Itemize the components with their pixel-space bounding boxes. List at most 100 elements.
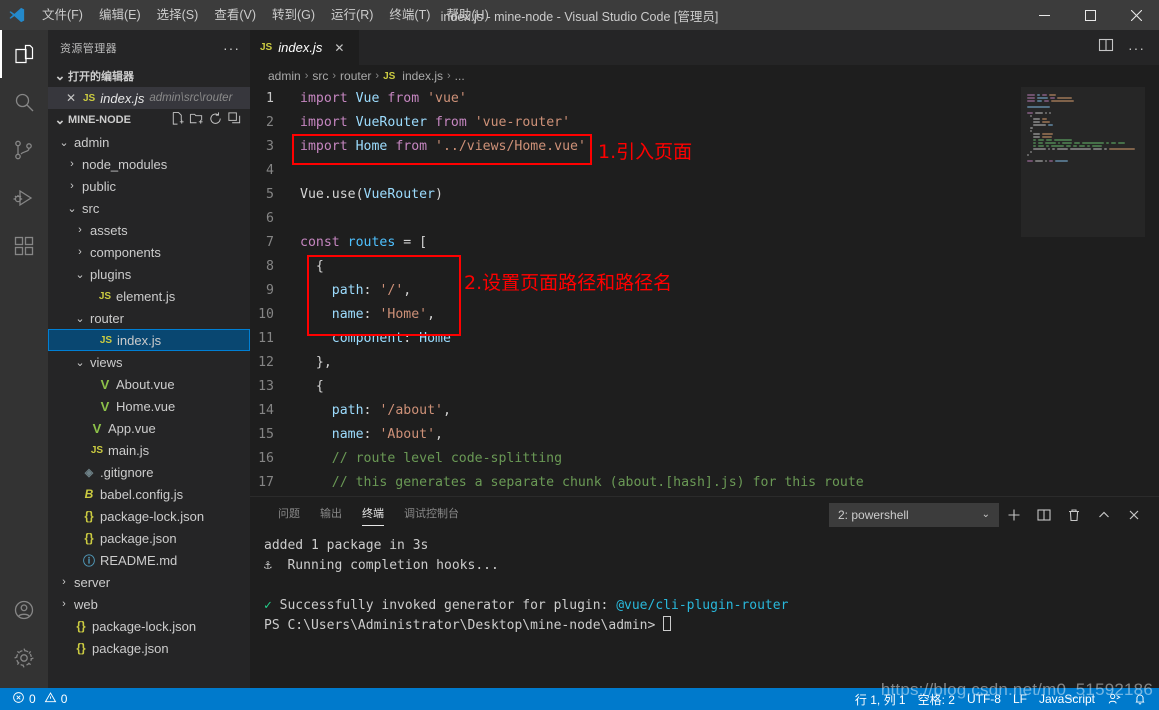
code-viewport[interactable]: 1 import Vue from 'vue' 2 import VueRouter … bbox=[250, 87, 1021, 496]
tree-item[interactable]: ⌄ router bbox=[48, 307, 250, 329]
activity-source-control[interactable] bbox=[0, 126, 48, 174]
tree-item[interactable]: › node_modules bbox=[48, 153, 250, 175]
status-cursor-position[interactable]: 行 1, 列 1 bbox=[849, 688, 912, 710]
tree-item[interactable]: ⌄ src bbox=[48, 197, 250, 219]
tree-item[interactable]: JS element.js bbox=[48, 285, 250, 307]
status-eol[interactable]: LF bbox=[1007, 688, 1033, 710]
menu-item-6[interactable]: 终端(T) bbox=[381, 0, 438, 30]
panel-tab-1[interactable]: 输出 bbox=[310, 497, 352, 532]
breadcrumb-segment[interactable]: index.js bbox=[402, 69, 443, 83]
new-terminal-icon[interactable] bbox=[999, 500, 1029, 530]
minimize-button[interactable] bbox=[1021, 0, 1067, 30]
panel-tab-0[interactable]: 问题 bbox=[268, 497, 310, 532]
new-file-icon[interactable] bbox=[170, 111, 185, 129]
editor-scrollbar[interactable] bbox=[1145, 87, 1159, 496]
collapse-all-icon[interactable] bbox=[227, 111, 242, 129]
tree-item[interactable]: Bbabel.config.js bbox=[48, 483, 250, 505]
menu-item-7[interactable]: 帮助(H) bbox=[438, 0, 496, 30]
refresh-icon[interactable] bbox=[208, 111, 223, 129]
menu-item-5[interactable]: 运行(R) bbox=[323, 0, 381, 30]
breadcrumb-segment[interactable]: admin bbox=[268, 69, 301, 83]
tree-item[interactable]: ⌄ admin bbox=[48, 131, 250, 153]
kill-terminal-icon[interactable] bbox=[1059, 500, 1089, 530]
activity-run-debug[interactable] bbox=[0, 174, 48, 222]
open-editors-header[interactable]: ⌄ 打开的编辑器 bbox=[48, 65, 250, 87]
tree-item[interactable]: {} package.json bbox=[48, 637, 250, 659]
tree-item[interactable]: V App.vue bbox=[48, 417, 250, 439]
maximize-button[interactable] bbox=[1067, 0, 1113, 30]
tree-item[interactable]: › public bbox=[48, 175, 250, 197]
menu-item-2[interactable]: 选择(S) bbox=[149, 0, 207, 30]
status-encoding[interactable]: UTF-8 bbox=[961, 688, 1007, 710]
code-text: path: '/', bbox=[331, 283, 412, 298]
open-editor-item[interactable]: ✕ JS index.js admin\src\router bbox=[48, 87, 250, 109]
more-actions-icon[interactable]: ··· bbox=[1128, 40, 1145, 56]
activity-settings[interactable] bbox=[0, 634, 48, 682]
close-panel-icon[interactable] bbox=[1119, 500, 1149, 530]
code-line: 3 import Home from '../views/Home.vue' bbox=[250, 135, 1021, 159]
editor-tabs: JS index.js ✕ ··· bbox=[250, 30, 1159, 65]
menu-item-3[interactable]: 查看(V) bbox=[206, 0, 264, 30]
workbench: 资源管理器 ··· ⌄ 打开的编辑器 ✕ JS index.js admin\s… bbox=[0, 30, 1159, 688]
chevron-right-icon: › bbox=[62, 598, 66, 610]
close-icon[interactable]: ✕ bbox=[334, 41, 344, 55]
tree-item[interactable]: › server bbox=[48, 571, 250, 593]
code-line: 16 // route level code-splitting bbox=[250, 447, 1021, 471]
menu-item-1[interactable]: 编辑(E) bbox=[91, 0, 149, 30]
panel-tab-3[interactable]: 调试控制台 bbox=[394, 497, 469, 532]
maximize-panel-icon[interactable] bbox=[1089, 500, 1119, 530]
bell-icon[interactable] bbox=[1127, 688, 1153, 710]
tree-item[interactable]: {} package-lock.json bbox=[48, 615, 250, 637]
chevron-down-icon: ⌄ bbox=[75, 268, 85, 281]
tab-index-js[interactable]: JS index.js ✕ bbox=[250, 30, 360, 65]
tree-item[interactable]: ⓘ README.md bbox=[48, 549, 250, 571]
status-indentation[interactable]: 空格: 2 bbox=[912, 688, 961, 710]
activity-extensions[interactable] bbox=[0, 222, 48, 270]
tree-item-selected[interactable]: JS index.js bbox=[48, 329, 250, 351]
close-icon[interactable]: ✕ bbox=[64, 91, 78, 105]
status-problems[interactable]: 0 0 bbox=[6, 688, 73, 710]
tree-item[interactable]: {} package.json bbox=[48, 527, 250, 549]
menu-item-0[interactable]: 文件(F) bbox=[34, 0, 91, 30]
menu-item-4[interactable]: 转到(G) bbox=[264, 0, 323, 30]
new-folder-icon[interactable] bbox=[189, 111, 204, 129]
terminal-output[interactable]: added 1 package in 3s ⚓ Running completio… bbox=[250, 532, 1159, 688]
tree-item[interactable]: › assets bbox=[48, 219, 250, 241]
code-line: 8 { bbox=[250, 255, 1021, 279]
activity-explorer[interactable] bbox=[0, 30, 48, 78]
breadcrumb-segment[interactable]: ... bbox=[455, 69, 465, 83]
tree-item-label: .gitignore bbox=[100, 464, 154, 480]
tree-item[interactable]: ⌄ plugins bbox=[48, 263, 250, 285]
tree-item[interactable]: V About.vue bbox=[48, 373, 250, 395]
tree-item[interactable]: JS main.js bbox=[48, 439, 250, 461]
sidebar-more-icon[interactable]: ··· bbox=[223, 40, 244, 56]
feedback-icon[interactable] bbox=[1101, 688, 1127, 710]
tree-item[interactable]: › web bbox=[48, 593, 250, 615]
code-text: import Home from '../views/Home.vue' bbox=[300, 139, 586, 154]
activity-account[interactable] bbox=[0, 586, 48, 634]
tree-item[interactable]: › components bbox=[48, 241, 250, 263]
panel-tab-2[interactable]: 终端 bbox=[352, 497, 394, 532]
split-editor-icon[interactable] bbox=[1098, 37, 1114, 58]
project-header[interactable]: ⌄ MINE-NODE bbox=[48, 109, 250, 131]
terminal-selector[interactable]: 2: powershell ⌄ bbox=[829, 502, 999, 527]
tree-item[interactable]: V Home.vue bbox=[48, 395, 250, 417]
tree-item[interactable]: ⌄ views bbox=[48, 351, 250, 373]
tree-item[interactable]: ◈ .gitignore bbox=[48, 461, 250, 483]
minimap[interactable] bbox=[1021, 87, 1145, 496]
minimap-slider[interactable] bbox=[1021, 87, 1145, 237]
breadcrumb-segment[interactable]: router bbox=[340, 69, 371, 83]
activity-search[interactable] bbox=[0, 78, 48, 126]
code-text: { bbox=[315, 379, 324, 394]
breadcrumb-segment[interactable]: src bbox=[312, 69, 328, 83]
open-editor-name: index.js bbox=[100, 90, 145, 106]
code-editor[interactable]: 1 import Vue from 'vue' 2 import VueRouter … bbox=[250, 87, 1159, 496]
close-button[interactable] bbox=[1113, 0, 1159, 30]
tree-item-label: router bbox=[90, 310, 124, 326]
tree-item[interactable]: {} package-lock.json bbox=[48, 505, 250, 527]
code-text: name: 'Home', bbox=[331, 307, 436, 322]
split-terminal-icon[interactable] bbox=[1029, 500, 1059, 530]
terminal-link[interactable]: @vue/cli-plugin-router bbox=[616, 598, 788, 613]
js-file-icon: JS bbox=[260, 42, 273, 53]
status-language-mode[interactable]: JavaScript bbox=[1033, 688, 1101, 710]
